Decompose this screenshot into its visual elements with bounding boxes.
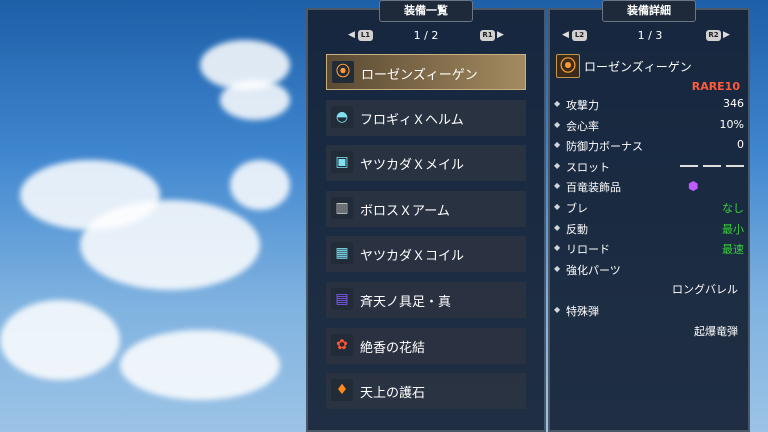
mod-value: ロングバレル: [672, 283, 738, 296]
stat-value: 346: [723, 97, 744, 110]
equipment-list-pager: ◀ L1 1 / 2 R1 ▶: [308, 28, 544, 44]
diamond-bullet-icon: ◆: [554, 222, 561, 232]
petalace-icon: ✿: [331, 333, 353, 356]
rarity-label: RARE10: [691, 80, 740, 93]
diamond-bullet-icon: ◆: [554, 140, 561, 150]
equipment-item[interactable]: ▤ 斉天ノ具足・真: [326, 282, 526, 318]
stat-row: ◆ 反動 最小: [554, 220, 744, 238]
equipment-item[interactable]: ▥ ボロスＸアーム: [326, 190, 526, 227]
stat-row: ◆ 防御力ボーナス 0: [554, 137, 744, 155]
equipment-detail-pager: ◀ L2 1 / 3 R2 ▶: [550, 28, 748, 44]
weapon-name: ローゼンズィーゲン: [584, 60, 692, 74]
page-indicator: 1 / 2: [413, 29, 439, 42]
stat-row: ◆ 百竜装飾品 ⬢: [554, 178, 744, 196]
gun-icon: ⦿: [332, 61, 354, 83]
talisman-icon: ♦: [331, 379, 353, 402]
rampage-deco-icon: ⬢: [688, 179, 699, 194]
empty-slots-indicator: [680, 164, 744, 167]
stat-value: 最小: [722, 222, 744, 236]
stat-value: なし: [722, 202, 744, 215]
cloud: [230, 160, 290, 210]
equipment-item-label: 天上の護石: [360, 386, 426, 402]
stat-label: スロット: [566, 160, 610, 174]
equipment-item-label: フロギィＸヘルム: [360, 112, 464, 128]
equipment-item-label: ヤツカダＸメイル: [360, 158, 465, 174]
equipment-item[interactable]: ▣ ヤツカダＸメイル: [326, 145, 526, 182]
arm-armor-icon: ▥: [331, 196, 353, 219]
equipment-item-label: ボロスＸアーム: [360, 203, 450, 219]
special-ammo-value: 起爆竜弾: [694, 325, 738, 338]
diamond-bullet-icon: ◆: [554, 243, 561, 253]
equipment-item-label: 絶香の花結: [360, 340, 426, 356]
equipment-detail-title: 装備詳細: [602, 0, 696, 22]
stat-label: 強化パーツ: [566, 263, 621, 277]
equipment-item[interactable]: ◓ フロギィＸヘルム: [326, 99, 526, 136]
l1-button[interactable]: L1: [358, 30, 373, 41]
stat-label: ブレ: [566, 202, 588, 215]
equipment-item[interactable]: ▦ ヤツカダＸコイル: [326, 236, 526, 273]
cloud: [80, 200, 260, 290]
stat-label: 反動: [566, 222, 588, 236]
weapon-header: ⦿ ローゼンズィーゲン: [556, 54, 742, 78]
special-ammo-row: ◆ 特殊弾: [554, 302, 744, 320]
diamond-bullet-icon: ◆: [554, 202, 561, 211]
stat-label: 攻撃力: [566, 99, 599, 112]
diamond-bullet-icon: ◆: [554, 119, 561, 129]
stat-label: 防御力ボーナス: [566, 140, 643, 154]
detail-next-arrow-icon[interactable]: ▶: [723, 30, 730, 40]
l2-button[interactable]: L2: [572, 30, 587, 41]
detail-page-indicator: 1 / 3: [637, 29, 663, 42]
equipment-item[interactable]: ✿ 絶香の花結: [326, 327, 526, 364]
stat-value: 最速: [722, 243, 744, 257]
stat-row: ◆ 攻撃力 346: [554, 96, 744, 114]
diamond-bullet-icon: ◆: [554, 160, 561, 170]
stat-row: ◆ 強化パーツ: [554, 261, 744, 279]
diamond-bullet-icon: ◆: [554, 305, 561, 314]
equipment-item-label: 斉天ノ具足・真: [360, 295, 452, 310]
waist-armor-icon: ▦: [331, 242, 353, 265]
stat-row: ◆ リロード 最速: [554, 240, 744, 258]
cloud: [120, 330, 280, 400]
equipment-list-title: 装備一覧: [379, 0, 473, 22]
page-next-arrow-icon[interactable]: ▶: [497, 30, 504, 40]
stat-label: 会心率: [566, 119, 599, 133]
r2-button[interactable]: R2: [706, 30, 721, 41]
stat-value: 10%: [719, 117, 744, 131]
equipment-list-panel: 装備一覧 ◀ L1 1 / 2 R1 ▶ ⦿ ローゼンズィーゲン ◓ フロギィＸヘルム…: [306, 0, 546, 432]
cloud: [220, 80, 290, 120]
helmet-icon: ◓: [331, 105, 353, 128]
equipment-item-label: ローゼンズィーゲン: [361, 68, 478, 83]
chest-armor-icon: ▣: [331, 151, 353, 174]
diamond-bullet-icon: ◆: [554, 263, 561, 273]
special-ammo-label: 特殊弾: [566, 305, 599, 318]
equipment-item[interactable]: ♦ 天上の護石: [326, 373, 526, 410]
equipment-item[interactable]: ⦿ ローゼンズィーゲン: [326, 54, 526, 90]
detail-prev-arrow-icon[interactable]: ◀: [562, 30, 569, 40]
equipment-item-label: ヤツカダＸコイル: [360, 249, 465, 265]
stat-row: ◆ ブレ なし: [554, 199, 744, 217]
stat-label: 百竜装飾品: [566, 181, 621, 195]
stat-row: ◆ スロット: [554, 158, 744, 176]
stat-label: リロード: [566, 243, 610, 257]
diamond-bullet-icon: ◆: [554, 181, 561, 191]
page-prev-arrow-icon[interactable]: ◀: [348, 30, 355, 40]
gun-icon: ⦿: [556, 54, 580, 78]
leg-armor-icon: ▤: [331, 288, 353, 310]
r1-button[interactable]: R1: [480, 30, 495, 41]
diamond-bullet-icon: ◆: [554, 99, 561, 108]
stat-row: ◆ 会心率 10%: [554, 117, 744, 135]
cloud: [0, 300, 120, 380]
stat-value: 0: [737, 138, 744, 152]
equipment-detail-panel: 装備詳細 ◀ L2 1 / 3 R2 ▶ ⦿ ローゼンズィーゲン RARE10 …: [548, 0, 750, 432]
